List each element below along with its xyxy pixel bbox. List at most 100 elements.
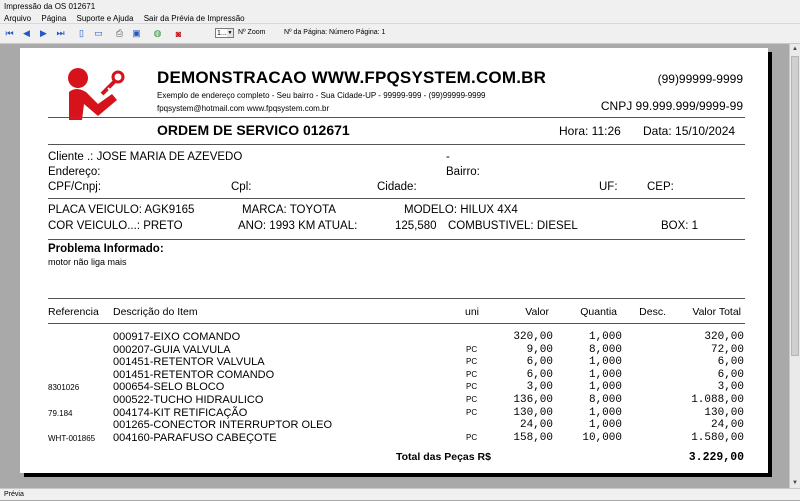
modelo-field: MODELO: HILUX 4X4 <box>404 204 518 216</box>
company-contact: fpqsystem@hotmail.com www.fpqsystem.com.… <box>157 104 330 113</box>
order-title: ORDEM DE SERVICO 012671 <box>157 122 350 138</box>
scroll-up-icon[interactable]: ▲ <box>790 44 800 54</box>
prev-page-icon[interactable]: ◀ <box>20 27 33 40</box>
item-ref: WHT-001865 <box>48 433 96 443</box>
item-total: 130,00 <box>704 406 744 419</box>
col-referencia: Referencia <box>48 306 99 318</box>
item-qtd: 1,000 <box>588 419 622 432</box>
company-phone: (99)99999-9999 <box>657 72 743 86</box>
col-quantia: Quantia <box>580 306 617 318</box>
divider <box>48 298 745 299</box>
item-qtd: 1,000 <box>588 368 622 381</box>
company-cnpj: CNPJ 99.999.999/9999-99 <box>600 99 743 113</box>
two-pages-icon[interactable]: ▭ <box>92 27 105 40</box>
bairro-field: Bairro: <box>446 166 480 178</box>
endereco-field: Endereço: <box>48 166 101 178</box>
item-desc: 001265-CONECTOR INTERRUPTOR OLEO <box>113 419 333 432</box>
problema-label: Problema Informado: <box>48 243 164 255</box>
item-total: 6,00 <box>717 356 744 369</box>
col-uni: uni <box>465 306 480 318</box>
item-valor: 158,00 <box>513 431 553 444</box>
next-page-icon[interactable]: ▶ <box>37 27 50 40</box>
item-total: 72,00 <box>710 343 744 356</box>
company-logo <box>68 68 125 120</box>
item-valor: 9,00 <box>526 343 553 356</box>
item-desc: 000654-SELO BLOCO <box>113 381 225 394</box>
item-uni: PC <box>466 344 478 354</box>
item-ref: 8301026 <box>48 383 80 393</box>
item-qtd: 1,000 <box>588 381 622 394</box>
item-total: 1.580,00 <box>691 431 744 444</box>
status-bar: Prévia <box>0 488 800 500</box>
vertical-scrollbar[interactable]: ▲ ▼ <box>789 44 800 488</box>
item-qtd: 1,000 <box>588 356 622 369</box>
zoom-label: Nº Zoom <box>238 29 266 36</box>
item-desc: 000522-TUCHO HIDRAULICO <box>113 394 264 406</box>
item-total: 6,00 <box>717 368 744 381</box>
save-icon[interactable]: ▣ <box>130 27 143 40</box>
order-time: Hora: 11:26 <box>559 124 621 138</box>
menu-suporte[interactable]: Suporte e Ajuda <box>77 13 134 24</box>
uf-field: UF: <box>599 181 618 193</box>
menu-bar: Arquivo Página Suporte e Ajuda Sair da P… <box>0 13 800 24</box>
item-total: 320,00 <box>704 331 744 343</box>
last-page-icon[interactable]: ⏭ <box>54 27 67 40</box>
problema-text: motor não liga mais <box>48 257 127 267</box>
window-title: Impressão da OS 012671 <box>0 0 800 13</box>
menu-sair-previa[interactable]: Sair da Prévia de Impressão <box>144 13 245 24</box>
divider <box>48 239 745 240</box>
item-qtd: 8,000 <box>588 394 622 406</box>
total-label: Total das Peças R$ <box>396 451 491 463</box>
item-uni: PC <box>466 357 478 367</box>
item-valor: 130,00 <box>513 406 553 419</box>
item-qtd: 8,000 <box>588 343 622 356</box>
item-uni: PC <box>466 407 478 417</box>
single-page-icon[interactable]: ▯ <box>75 27 88 40</box>
zoom-value: 1... <box>217 30 227 37</box>
item-qtd: 1,000 <box>588 331 622 343</box>
col-desc: Desc. <box>639 306 666 318</box>
item-desc: 004174-KIT RETIFICAÇÃO <box>113 406 248 419</box>
order-date: Data: 15/10/2024 <box>643 124 736 138</box>
divider <box>48 323 745 324</box>
item-qtd: 10,000 <box>582 431 622 444</box>
menu-pagina[interactable]: Página <box>41 13 66 24</box>
exit-icon[interactable]: ◙ <box>172 27 185 40</box>
item-uni: PC <box>466 382 478 392</box>
cpl-field: Cpl: <box>231 181 252 193</box>
item-qtd: 1,000 <box>588 406 622 419</box>
item-desc: 000207-GUIA VALVULA <box>113 343 231 356</box>
print-icon[interactable]: ⎙ <box>113 27 126 40</box>
item-ref: 79.184 <box>48 408 73 418</box>
scroll-down-icon[interactable]: ▼ <box>790 478 800 488</box>
item-uni: PC <box>466 395 478 404</box>
combustivel-field: COMBUSTIVEL: DIESEL <box>448 220 578 232</box>
item-valor: 6,00 <box>526 356 553 369</box>
cliente-field: Cliente .: JOSE MARIA DE AZEVEDO <box>48 151 243 163</box>
first-page-icon[interactable]: ⏮ <box>3 27 16 40</box>
item-valor: 3,00 <box>526 381 553 394</box>
item-valor: 6,00 <box>526 368 553 381</box>
item-total: 24,00 <box>710 419 744 432</box>
scroll-thumb[interactable] <box>791 56 799 356</box>
item-total: 3,00 <box>717 381 744 394</box>
cpf-field: CPF/Cnpj: <box>48 181 102 193</box>
menu-arquivo[interactable]: Arquivo <box>4 13 31 24</box>
globe-icon[interactable]: ◍ <box>151 27 164 40</box>
zoom-select[interactable]: 1... ▼ <box>215 28 234 38</box>
placa-field: PLACA VEICULO: AGK9165 <box>48 204 195 216</box>
divider <box>48 198 745 199</box>
col-valor: Valor <box>525 306 549 318</box>
item-desc: 001451-RETENTOR COMANDO <box>113 368 275 381</box>
item-uni: PC <box>466 369 478 379</box>
item-valor: 136,00 <box>513 394 553 406</box>
ano-km-field: ANO: 1993 KM ATUAL: <box>238 220 358 232</box>
chevron-down-icon: ▼ <box>227 29 233 37</box>
item-total: 1.088,00 <box>691 394 744 406</box>
col-descricao: Descrição do Item <box>113 306 198 318</box>
cidade-field: Cidade: <box>377 181 417 193</box>
cep-field: CEP: <box>647 181 674 193</box>
page-label: Nº da Página: Número Página: 1 <box>284 29 386 36</box>
item-desc: 004160-PARAFUSO CABEÇOTE <box>113 431 277 444</box>
col-valor-total: Valor Total <box>692 306 741 318</box>
